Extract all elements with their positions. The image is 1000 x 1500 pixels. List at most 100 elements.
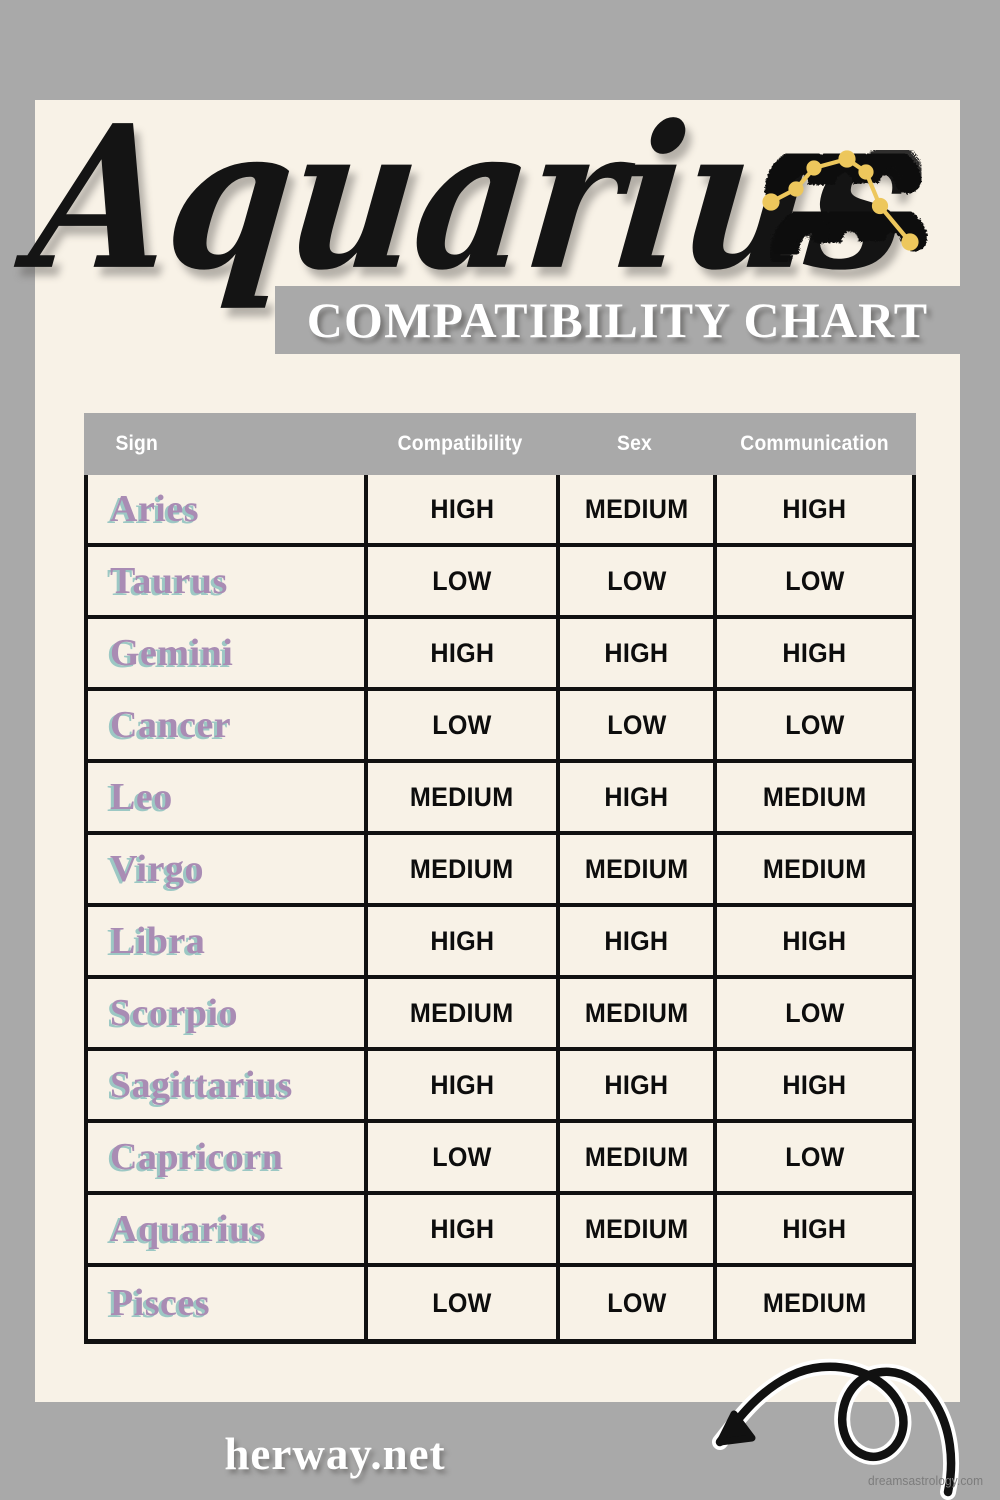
cell-compatibility-label: HIGH (430, 1213, 494, 1244)
cell-communication-label: MEDIUM (762, 781, 867, 812)
cell-communication: MEDIUM (713, 763, 912, 831)
cell-sign: Leo (88, 763, 364, 831)
cell-compatibility-label: HIGH (430, 493, 494, 524)
cell-communication: MEDIUM (713, 835, 912, 903)
cell-communication-label: MEDIUM (762, 853, 867, 884)
cell-compatibility: HIGH (364, 475, 556, 543)
cell-sign: Pisces (88, 1267, 364, 1339)
cell-communication-label: LOW (784, 997, 845, 1028)
cell-sign-label: Pisces (110, 1282, 211, 1324)
cell-sign: Sagittarius (88, 1051, 364, 1119)
cell-sign-label: Aquarius (110, 1208, 267, 1250)
cell-communication: HIGH (713, 475, 912, 543)
cell-sex-label: LOW (606, 565, 667, 596)
cell-sex: LOW (556, 691, 713, 759)
cell-communication-label: HIGH (782, 1069, 847, 1100)
cell-sign-label: Capricorn (110, 1136, 284, 1178)
cell-communication-label: HIGH (782, 493, 847, 524)
cell-communication: LOW (713, 1123, 912, 1191)
cell-communication-label: HIGH (782, 1213, 847, 1244)
cell-communication: HIGH (713, 619, 912, 687)
watermark: dreamsastrology.com (867, 1473, 983, 1488)
cell-sex: MEDIUM (556, 835, 713, 903)
cell-sign: Gemini (88, 619, 364, 687)
cell-compatibility-label: MEDIUM (410, 997, 514, 1028)
table-row: Gemini HIGH HIGH HIGH (88, 619, 912, 691)
cell-sex: HIGH (556, 1051, 713, 1119)
cell-compatibility-label: LOW (432, 1141, 492, 1172)
cell-sex: HIGH (556, 907, 713, 975)
cell-communication-label: LOW (784, 1141, 845, 1172)
cell-communication: MEDIUM (713, 1267, 912, 1339)
table-row: Taurus LOW LOW LOW (88, 547, 912, 619)
cell-sex: MEDIUM (556, 475, 713, 543)
cell-compatibility-label: HIGH (430, 925, 494, 956)
cell-communication-label: LOW (784, 709, 845, 740)
cell-compatibility: MEDIUM (364, 979, 556, 1047)
cell-sex: HIGH (556, 619, 713, 687)
cell-compatibility: MEDIUM (364, 763, 556, 831)
cell-sex-label: MEDIUM (584, 997, 689, 1028)
cell-sex-label: HIGH (604, 925, 669, 956)
column-header-communication: Communication (740, 432, 889, 455)
cell-communication-label: HIGH (782, 925, 847, 956)
cell-sign-label: Aries (110, 488, 200, 530)
cell-sign: Taurus (88, 547, 364, 615)
table-row: Sagittarius HIGH HIGH HIGH (88, 1051, 912, 1123)
cell-sign: Scorpio (88, 979, 364, 1047)
footer: herway.net dreamsastrology.com (0, 1358, 1000, 1500)
cell-sign-label: Sagittarius (110, 1064, 293, 1106)
cell-communication: HIGH (713, 1195, 912, 1263)
table-body: Aries HIGH MEDIUM HIGH Taurus LOW LOW LOW Gemini… (84, 475, 916, 1344)
cell-sex-label: HIGH (604, 781, 669, 812)
cell-compatibility: LOW (364, 1267, 556, 1339)
cell-sign: Aries (88, 475, 364, 543)
cell-compatibility: MEDIUM (364, 835, 556, 903)
page-title: Aquarius (22, 82, 920, 314)
cell-sign: Cancer (88, 691, 364, 759)
cell-sex: HIGH (556, 763, 713, 831)
cell-sex-label: LOW (606, 709, 667, 740)
cell-sex-label: MEDIUM (584, 1213, 689, 1244)
cell-compatibility: LOW (364, 1123, 556, 1191)
cell-compatibility-label: LOW (432, 565, 492, 596)
column-header-sex: Sex (617, 432, 652, 455)
table-row: Cancer LOW LOW LOW (88, 691, 912, 763)
cell-communication: HIGH (713, 907, 912, 975)
table-row: Scorpio MEDIUM MEDIUM LOW (88, 979, 912, 1051)
cell-sex-label: HIGH (604, 1069, 669, 1100)
cell-sex: LOW (556, 1267, 713, 1339)
cell-sign: Capricorn (88, 1123, 364, 1191)
cell-compatibility-label: MEDIUM (410, 853, 514, 884)
site-url[interactable]: herway.net (0, 1428, 670, 1480)
cell-sex-label: MEDIUM (584, 1141, 689, 1172)
banner-label: COMPATIBILITY CHART (306, 292, 929, 348)
table-header-row: Sign Compatibility Sex Communication (84, 413, 916, 475)
cell-compatibility: HIGH (364, 619, 556, 687)
table-row: Leo MEDIUM HIGH MEDIUM (88, 763, 912, 835)
cell-sex-label: MEDIUM (584, 853, 689, 884)
cell-sex: MEDIUM (556, 1123, 713, 1191)
cell-compatibility-label: LOW (432, 709, 492, 740)
cell-compatibility: HIGH (364, 1051, 556, 1119)
cell-communication-label: MEDIUM (762, 1287, 867, 1318)
table-row: Virgo MEDIUM MEDIUM MEDIUM (88, 835, 912, 907)
cell-sign: Virgo (88, 835, 364, 903)
cell-communication: LOW (713, 547, 912, 615)
cell-communication-label: HIGH (782, 637, 847, 668)
column-header-compatibility: Compatibility (397, 432, 523, 455)
cell-compatibility-label: LOW (432, 1287, 492, 1318)
cell-sign: Aquarius (88, 1195, 364, 1263)
cell-sex-label: LOW (606, 1287, 667, 1318)
cell-communication: HIGH (713, 1051, 912, 1119)
cell-sex-label: HIGH (604, 637, 669, 668)
cell-sign-label: Virgo (110, 848, 204, 890)
table-row: Aquarius HIGH MEDIUM HIGH (88, 1195, 912, 1267)
cell-compatibility-label: HIGH (430, 1069, 494, 1100)
aquarius-symbol-icon (762, 132, 932, 277)
cell-sign-label: Libra (110, 920, 206, 962)
cell-sex: MEDIUM (556, 1195, 713, 1263)
compatibility-chart-banner: COMPATIBILITY CHART (275, 286, 960, 354)
cell-compatibility: HIGH (364, 907, 556, 975)
cell-sign-label: Taurus (110, 560, 228, 602)
